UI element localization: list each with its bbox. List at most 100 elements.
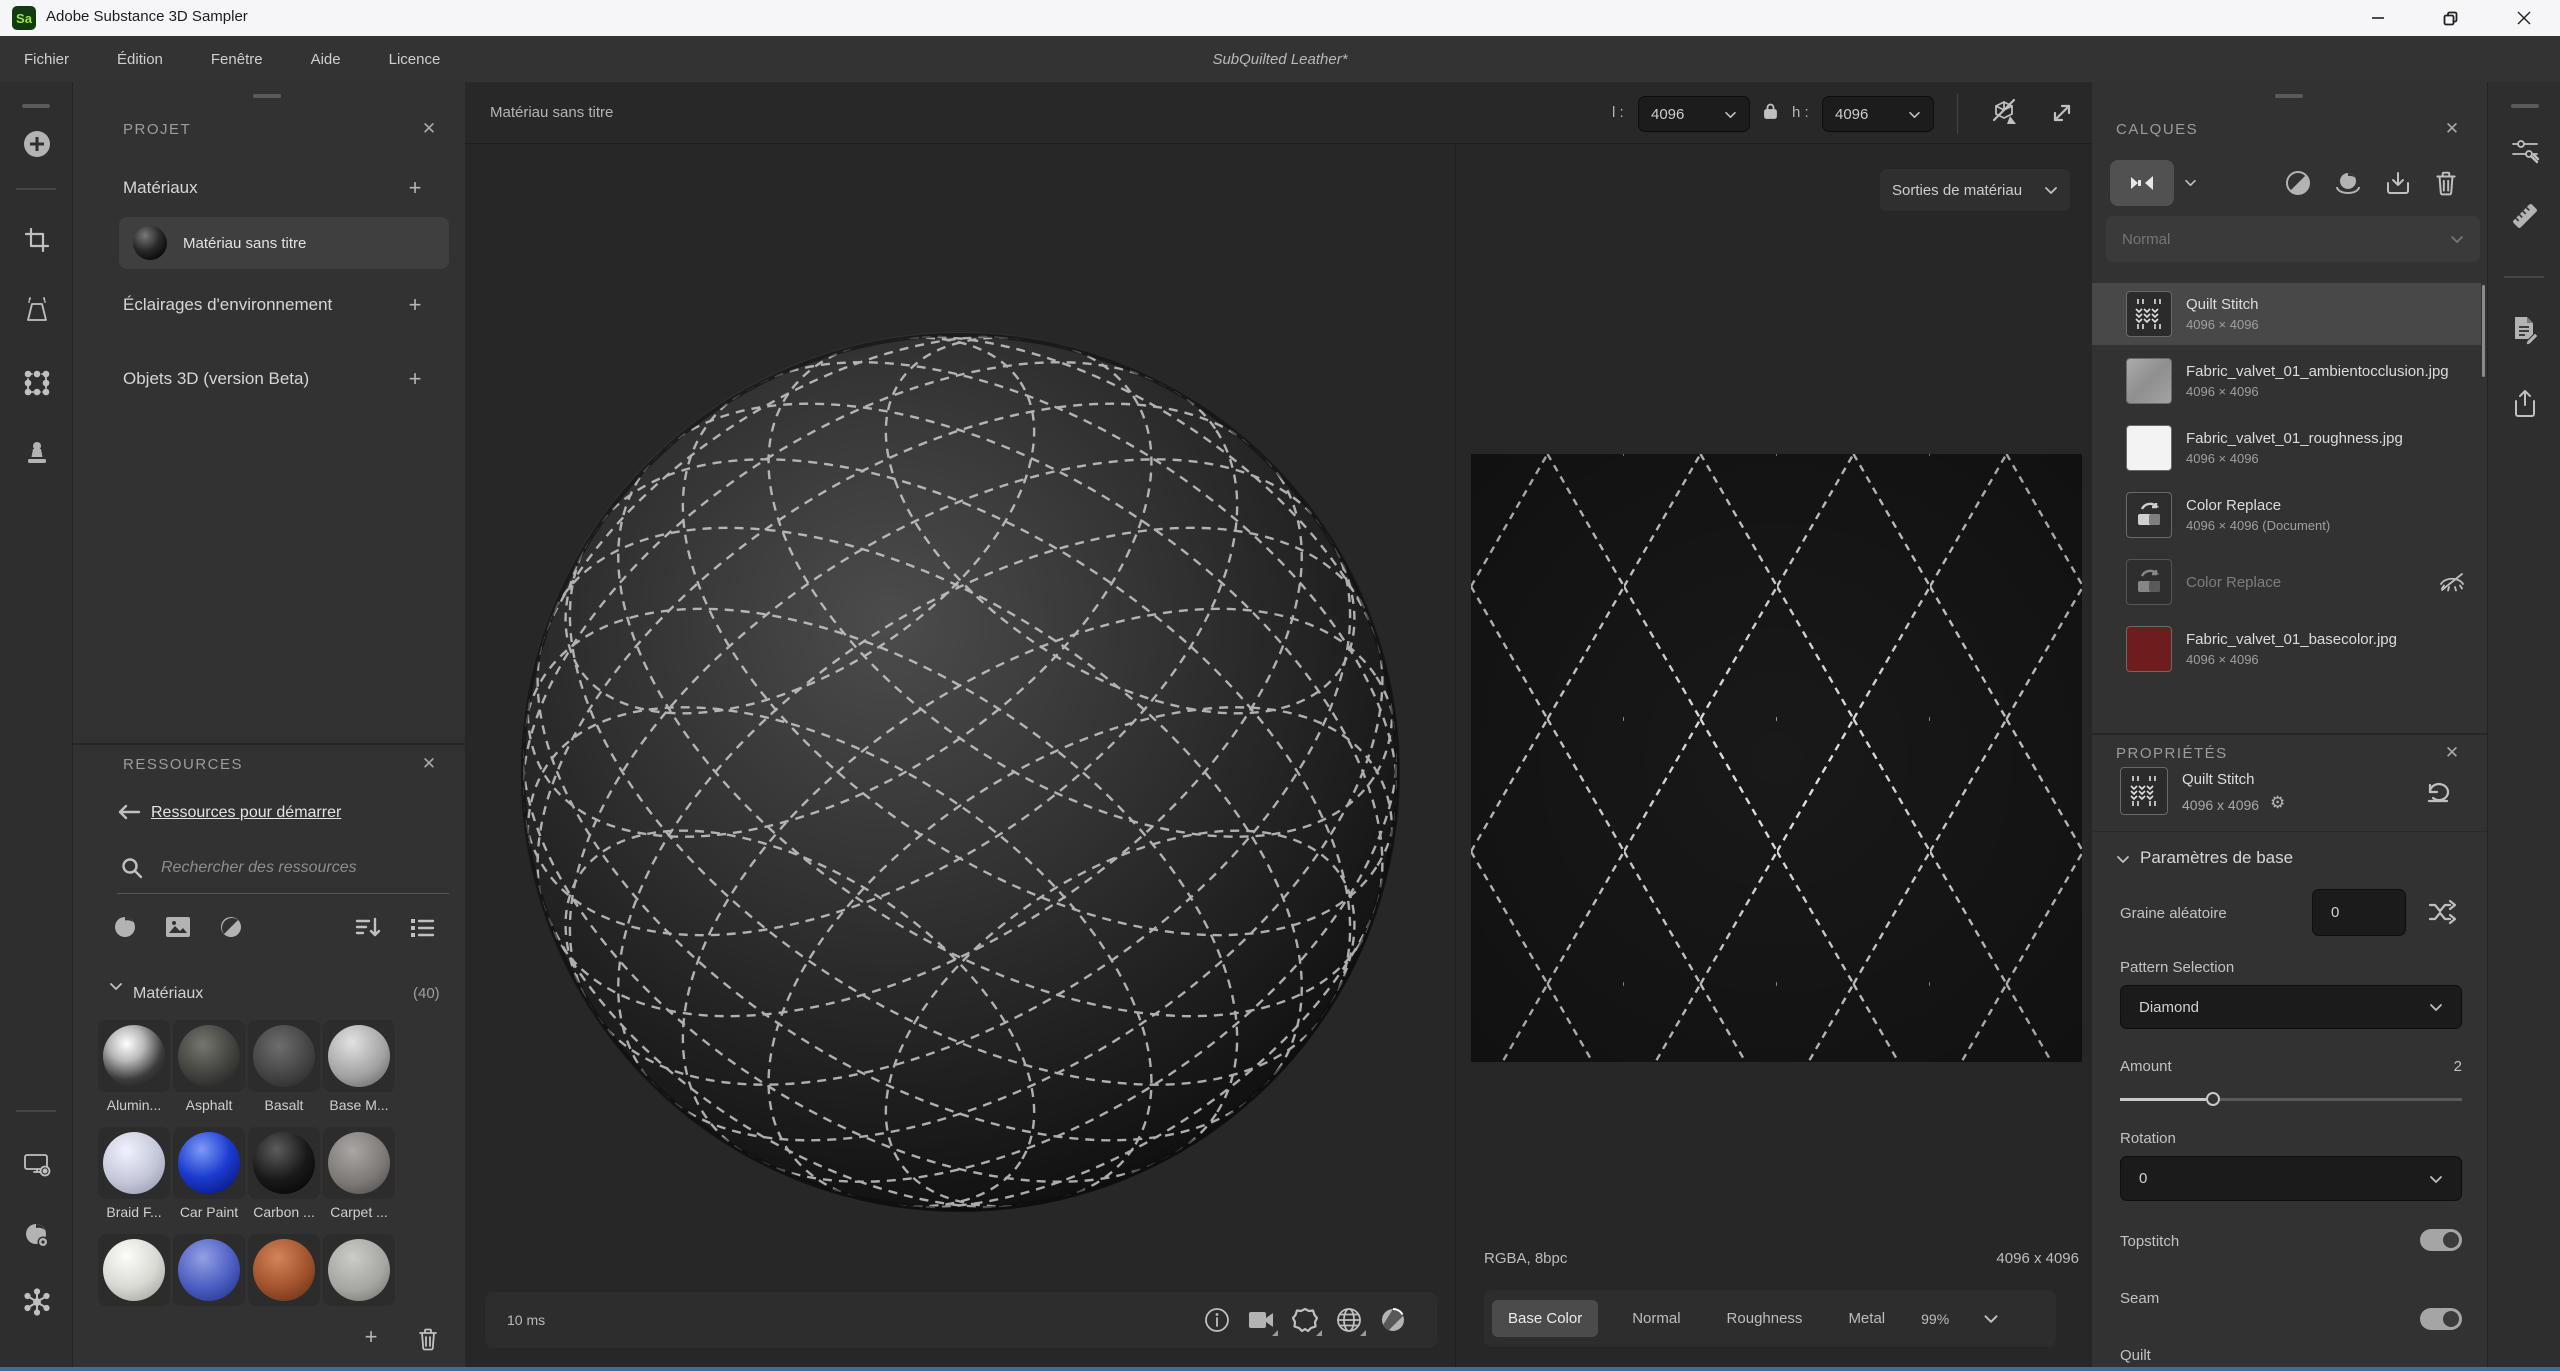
menu-edition[interactable]: Édition: [93, 36, 187, 82]
restore-button[interactable]: [2422, 0, 2478, 36]
compare-split-button[interactable]: [2110, 160, 2174, 206]
share-export-icon[interactable]: [2488, 382, 2560, 426]
search-input[interactable]: Rechercher des ressources: [161, 859, 357, 877]
material-tile[interactable]: [98, 1127, 170, 1199]
toggle-material-display-icon[interactable]: [1990, 98, 2022, 130]
menu-fenetre[interactable]: Fenêtre: [187, 36, 287, 82]
material-tile[interactable]: [248, 1234, 320, 1306]
resources-back-link[interactable]: Ressources pour démarrer: [151, 804, 341, 822]
tab-metal[interactable]: Metal: [1832, 1300, 1901, 1337]
material-tile[interactable]: [173, 1020, 245, 1092]
material-outputs-select[interactable]: Sorties de matériau: [1879, 168, 2071, 212]
document-edit-icon[interactable]: [2488, 308, 2560, 352]
close-window-button[interactable]: [2496, 0, 2552, 36]
menu-fichier[interactable]: Fichier: [0, 36, 93, 82]
materials-group-chevron-icon[interactable]: [109, 981, 123, 991]
layer-settings-gear-icon[interactable]: ⚙: [2270, 793, 2285, 813]
visibility-off-icon[interactable]: [2439, 571, 2465, 593]
resources-trash-icon[interactable]: [417, 1327, 439, 1351]
project-material-item[interactable]: Matériau sans titre: [119, 217, 449, 269]
filter-materials-icon[interactable]: [113, 915, 137, 939]
chevron-down-icon[interactable]: [1983, 1313, 1999, 1324]
layers-panel-drag-handle[interactable]: [2275, 94, 2303, 98]
list-view-icon[interactable]: [409, 915, 435, 939]
tab-base-color[interactable]: Base Color: [1492, 1300, 1598, 1337]
seed-input[interactable]: 0: [2312, 889, 2406, 936]
viewport-3d[interactable]: 10 ms: [465, 144, 1455, 1371]
left-strip-drag-handle[interactable]: [22, 104, 50, 108]
layer-row-quilt-stitch[interactable]: Quilt Stitch 4096 × 4096: [2092, 283, 2481, 345]
material-tile[interactable]: [98, 1020, 170, 1092]
import-layer-icon[interactable]: [2385, 170, 2411, 196]
adjustment-layer-icon[interactable]: [2285, 170, 2311, 196]
clone-stamp-tool-icon[interactable]: [0, 431, 73, 475]
delete-layer-icon[interactable]: [2434, 170, 2458, 196]
sort-icon[interactable]: [355, 915, 381, 939]
material-settings-icon[interactable]: [0, 1214, 73, 1258]
height-select[interactable]: 4096: [1822, 96, 1934, 132]
display-settings-icon[interactable]: [0, 1142, 73, 1186]
minimize-button[interactable]: [2350, 0, 2406, 36]
tab-roughness[interactable]: Roughness: [1711, 1300, 1819, 1337]
globe-icon[interactable]: [1327, 1298, 1371, 1342]
project-close-icon[interactable]: ✕: [415, 115, 443, 143]
properties-close-icon[interactable]: ✕: [2438, 739, 2466, 767]
material-tile[interactable]: [248, 1127, 320, 1199]
info-icon[interactable]: [1195, 1298, 1239, 1342]
base-params-section-title[interactable]: Paramètres de base: [2140, 848, 2293, 868]
crop-tool-icon[interactable]: [0, 218, 73, 262]
topstitch-toggle[interactable]: [2420, 1229, 2462, 1251]
base-params-chevron-icon[interactable]: [2116, 854, 2130, 864]
lock-aspect-icon[interactable]: [1763, 102, 1778, 120]
material-tile[interactable]: [323, 1234, 395, 1306]
transform-tool-icon[interactable]: [0, 361, 73, 405]
project-panel-drag-handle[interactable]: [253, 94, 281, 98]
shaded-sphere-icon[interactable]: [1371, 1298, 1415, 1342]
material-layer-icon[interactable]: [2334, 170, 2362, 196]
layer-row-roughness[interactable]: Fabric_valvet_01_roughness.jpg 4096 × 40…: [2092, 417, 2481, 479]
menu-aide[interactable]: Aide: [287, 36, 365, 82]
environment-icon[interactable]: [1283, 1298, 1327, 1342]
menu-licence[interactable]: Licence: [365, 36, 465, 82]
material-tile[interactable]: [173, 1127, 245, 1199]
filter-images-icon[interactable]: [165, 915, 191, 939]
ruler-icon[interactable]: [2488, 194, 2560, 238]
amount-slider-knob[interactable]: [2206, 1092, 2220, 1106]
perspective-tool-icon[interactable]: [0, 288, 73, 332]
amount-slider[interactable]: [2120, 1092, 2462, 1106]
layers-close-icon[interactable]: ✕: [2438, 115, 2466, 143]
rotation-select[interactable]: 0: [2120, 1156, 2462, 1201]
material-tile[interactable]: [323, 1127, 395, 1199]
filter-filters-icon[interactable]: [219, 915, 243, 939]
camera-icon[interactable]: [1239, 1298, 1283, 1342]
add-resource-button[interactable]: [0, 122, 73, 166]
width-select[interactable]: 4096: [1638, 96, 1750, 132]
reset-undo-icon[interactable]: [2424, 779, 2452, 805]
compare-chevron-icon[interactable]: [2184, 178, 2197, 187]
add-material-button[interactable]: +: [401, 174, 429, 202]
layer-row-ambientocclusion[interactable]: Fabric_valvet_01_ambientocclusion.jpg 40…: [2092, 350, 2481, 412]
layer-row-color-replace-hidden[interactable]: Color Replace: [2092, 551, 2481, 613]
resources-add-button[interactable]: +: [357, 1323, 385, 1351]
resources-close-icon[interactable]: ✕: [415, 750, 443, 778]
right-strip-drag-handle[interactable]: [2511, 104, 2539, 108]
add-object-button[interactable]: +: [401, 365, 429, 393]
pinned-properties-icon[interactable]: [2488, 128, 2560, 172]
node-graph-icon[interactable]: [0, 1280, 73, 1324]
material-tile[interactable]: [173, 1234, 245, 1306]
layer-row-color-replace[interactable]: Color Replace 4096 × 4096 (Document): [2092, 484, 2481, 546]
layer-row-basecolor[interactable]: Fabric_valvet_01_basecolor.jpg 4096 × 40…: [2092, 618, 2481, 680]
materials-group-label[interactable]: Matériaux: [133, 985, 203, 1003]
material-tile[interactable]: [248, 1020, 320, 1092]
pattern-select[interactable]: Diamond: [2120, 985, 2462, 1029]
add-lighting-button[interactable]: +: [401, 291, 429, 319]
tab-normal[interactable]: Normal: [1616, 1300, 1696, 1337]
randomize-seed-icon[interactable]: [2428, 899, 2456, 925]
layers-scrollbar[interactable]: [2482, 285, 2485, 377]
material-tile[interactable]: [323, 1020, 395, 1092]
fullscreen-icon[interactable]: [2049, 100, 2075, 126]
material-tile[interactable]: [98, 1234, 170, 1306]
zoom-level[interactable]: 99%: [1905, 1301, 1965, 1337]
viewport-2d[interactable]: Sorties de matériau RGBA, 8: [1455, 144, 2092, 1371]
back-arrow-icon[interactable]: [117, 803, 141, 821]
